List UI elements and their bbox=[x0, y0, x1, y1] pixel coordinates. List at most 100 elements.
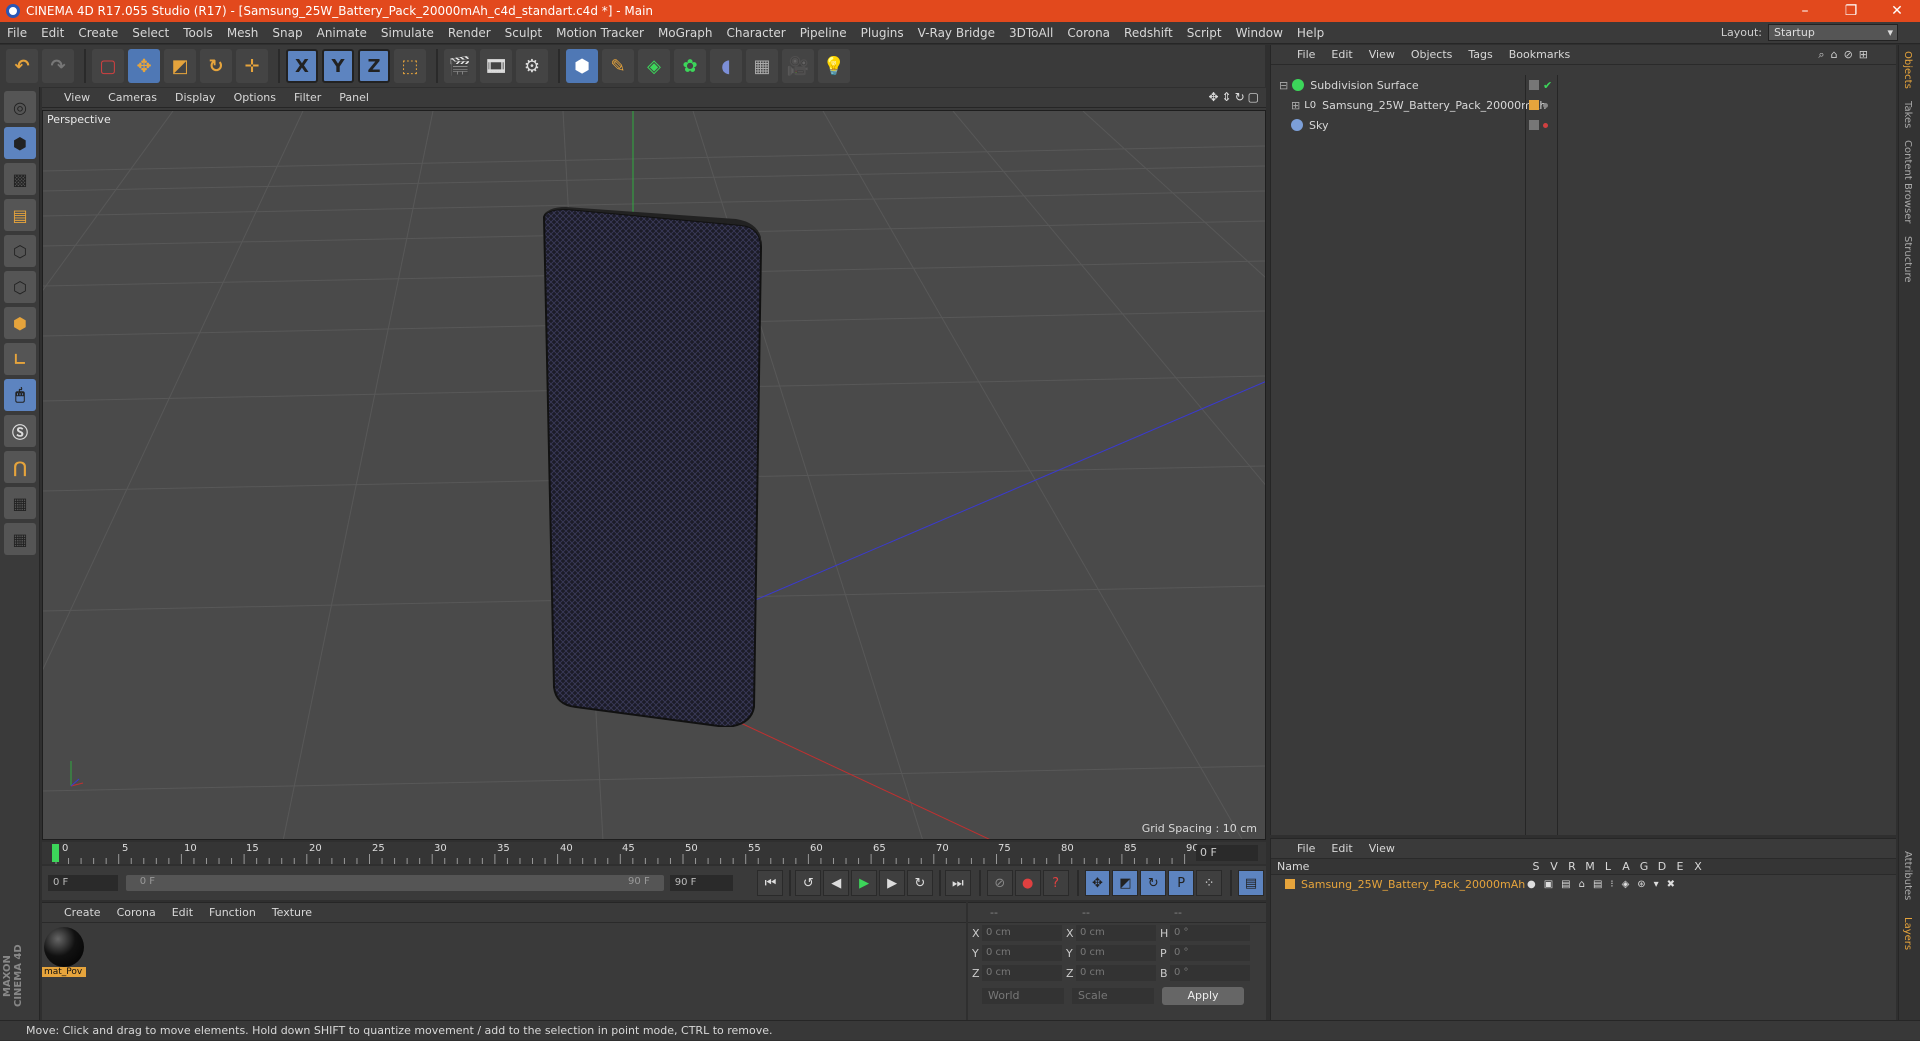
layer-flags-icons[interactable]: ●▣▤⌂▤⁝◈⊛▾✖ bbox=[1527, 879, 1683, 890]
deformer-icon[interactable]: ◖ bbox=[710, 49, 742, 83]
camera-icon[interactable]: 🎥 bbox=[782, 49, 814, 83]
menu-3dtoall[interactable]: 3DToAll bbox=[1002, 26, 1060, 40]
step-back-icon[interactable]: ◀ bbox=[823, 870, 850, 896]
frame-range-slider[interactable]: 0 F 90 F bbox=[125, 875, 664, 891]
key-rotation-icon[interactable]: ↻ bbox=[1140, 870, 1167, 896]
object-manager-tools[interactable]: ⌕⌂⊘⊞ bbox=[1818, 48, 1874, 62]
menu-tools[interactable]: Tools bbox=[176, 26, 220, 40]
timeline-ruler[interactable]: 0 5 10 15 20 25 30 35 40 45 50 55 60 65 … bbox=[42, 842, 1266, 864]
obj-menu-bookmarks[interactable]: Bookmarks bbox=[1509, 48, 1570, 61]
layer-menu-file[interactable]: File bbox=[1297, 842, 1315, 855]
tweak-mode-icon[interactable]: 🖱 bbox=[4, 379, 36, 411]
menu-corona[interactable]: Corona bbox=[1060, 26, 1117, 40]
locked-workplane-icon[interactable]: ▦ bbox=[4, 487, 36, 519]
spline-pen-icon[interactable]: ✎ bbox=[602, 49, 634, 83]
material-menu-corona[interactable]: Corona bbox=[117, 906, 156, 919]
visibility-toggle-icon[interactable] bbox=[1529, 120, 1539, 130]
render-picture-viewer-icon[interactable]: 🎞 bbox=[480, 49, 512, 83]
menu-help[interactable]: Help bbox=[1290, 26, 1331, 40]
menu-select[interactable]: Select bbox=[125, 26, 176, 40]
undo-icon[interactable]: ↶ bbox=[6, 49, 38, 83]
layout-dropdown[interactable]: Startup bbox=[1768, 24, 1898, 41]
key-position-icon[interactable]: ✥ bbox=[1084, 870, 1111, 896]
transform-tool-icon[interactable]: ✛ bbox=[236, 49, 268, 83]
scale-tool-icon[interactable]: ◩ bbox=[164, 49, 196, 83]
coordinate-mode-dropdown[interactable]: World bbox=[982, 988, 1064, 1004]
light-icon[interactable]: 💡 bbox=[818, 49, 850, 83]
object-row[interactable]: ⊞ L0 Samsung_25W_Battery_Pack_20000mAh bbox=[1271, 95, 1897, 115]
tab-structure[interactable]: Structure bbox=[1899, 230, 1916, 289]
key-scale-icon[interactable]: ◩ bbox=[1112, 870, 1139, 896]
key-parameter-icon[interactable]: P bbox=[1168, 870, 1195, 896]
menu-snap[interactable]: Snap bbox=[265, 26, 309, 40]
tab-objects[interactable]: Objects bbox=[1899, 45, 1916, 95]
collapse-icon[interactable]: ⊟ bbox=[1279, 79, 1288, 92]
move-tool-icon[interactable]: ✥ bbox=[128, 49, 160, 83]
subdivision-surface-icon[interactable]: ◈ bbox=[638, 49, 670, 83]
cube-primitive-icon[interactable]: ⬢ bbox=[566, 49, 598, 83]
material-menu-texture[interactable]: Texture bbox=[272, 906, 312, 919]
visibility-dot-icon[interactable] bbox=[1543, 102, 1548, 108]
planar-workplane-icon[interactable]: ▦ bbox=[4, 523, 36, 555]
timeline-window-icon[interactable]: ▤ bbox=[1238, 870, 1264, 896]
menu-mograph[interactable]: MoGraph bbox=[651, 26, 720, 40]
menu-redshift[interactable]: Redshift bbox=[1117, 26, 1180, 40]
rot-h-field[interactable]: 0 ° bbox=[1170, 925, 1250, 941]
end-frame-field[interactable]: 90 F bbox=[669, 875, 734, 891]
menu-window[interactable]: Window bbox=[1229, 26, 1290, 40]
menu-render[interactable]: Render bbox=[441, 26, 498, 40]
layer-row[interactable]: Samsung_25W_Battery_Pack_20000mAh ●▣▤⌂▤⁝… bbox=[1271, 875, 1896, 893]
viewport-menu-options[interactable]: Options bbox=[234, 91, 276, 104]
make-editable-icon[interactable]: ◎ bbox=[4, 91, 36, 123]
minimize-icon[interactable]: – bbox=[1782, 0, 1828, 22]
restore-icon[interactable]: ❐ bbox=[1828, 0, 1874, 22]
viewport-navigation-icons[interactable]: ✥⇕↻▢ bbox=[1208, 90, 1262, 104]
points-mode-icon[interactable]: ⬡ bbox=[4, 235, 36, 267]
layer-menu-edit[interactable]: Edit bbox=[1331, 842, 1352, 855]
menu-mesh[interactable]: Mesh bbox=[220, 26, 266, 40]
menu-file[interactable]: File bbox=[0, 26, 34, 40]
menu-sculpt[interactable]: Sculpt bbox=[498, 26, 549, 40]
go-to-previous-key-icon[interactable]: ↺ bbox=[795, 870, 822, 896]
polygons-mode-icon[interactable]: ⬢ bbox=[4, 307, 36, 339]
menu-animate[interactable]: Animate bbox=[310, 26, 374, 40]
axis-mode-icon[interactable]: ∟ bbox=[4, 343, 36, 375]
visibility-toggle-icon[interactable] bbox=[1529, 80, 1539, 90]
go-to-end-icon[interactable]: ⏭ bbox=[944, 870, 971, 896]
size-y-field[interactable]: 0 cm bbox=[1076, 945, 1156, 961]
transform-mode-dropdown[interactable]: Scale bbox=[1072, 988, 1154, 1004]
pos-x-field[interactable]: 0 cm bbox=[982, 925, 1062, 941]
menu-motion-tracker[interactable]: Motion Tracker bbox=[549, 26, 651, 40]
layer-menu-view[interactable]: View bbox=[1369, 842, 1395, 855]
tab-takes[interactable]: Takes bbox=[1899, 95, 1916, 134]
viewport-menu-display[interactable]: Display bbox=[175, 91, 216, 104]
x-axis-lock-icon[interactable]: X bbox=[286, 49, 318, 83]
edges-mode-icon[interactable]: ⬡ bbox=[4, 271, 36, 303]
menu-pipeline[interactable]: Pipeline bbox=[793, 26, 854, 40]
obj-menu-file[interactable]: File bbox=[1297, 48, 1315, 61]
y-axis-lock-icon[interactable]: Y bbox=[322, 49, 354, 83]
motion-record-icon[interactable]: ⊘ bbox=[986, 870, 1013, 896]
current-frame-field[interactable]: 0 F bbox=[1196, 845, 1258, 861]
menu-create[interactable]: Create bbox=[71, 26, 125, 40]
apply-button[interactable]: Apply bbox=[1162, 987, 1244, 1005]
expand-icon[interactable]: ⊞ bbox=[1291, 99, 1300, 112]
go-to-next-key-icon[interactable]: ↻ bbox=[907, 870, 933, 896]
material-menu-edit[interactable]: Edit bbox=[172, 906, 193, 919]
coordinate-system-icon[interactable]: ⬚ bbox=[394, 49, 426, 83]
redo-icon[interactable]: ↷ bbox=[42, 49, 74, 83]
live-selection-icon[interactable]: ▢ bbox=[92, 49, 124, 83]
workplane-icon[interactable]: ▤ bbox=[4, 199, 36, 231]
solo-mode-icon[interactable]: Ⓢ bbox=[4, 415, 36, 447]
tab-attributes[interactable]: Attributes bbox=[1899, 845, 1916, 906]
size-z-field[interactable]: 0 cm bbox=[1076, 965, 1156, 981]
menu-character[interactable]: Character bbox=[719, 26, 792, 40]
obj-menu-tags[interactable]: Tags bbox=[1468, 48, 1492, 61]
start-frame-field[interactable]: 0 F bbox=[48, 875, 118, 891]
obj-menu-objects[interactable]: Objects bbox=[1411, 48, 1453, 61]
pos-y-field[interactable]: 0 cm bbox=[982, 945, 1062, 961]
viewport-menu-cameras[interactable]: Cameras bbox=[108, 91, 157, 104]
layer-color-icon[interactable] bbox=[1529, 100, 1539, 110]
render-view-icon[interactable]: 🎬 bbox=[444, 49, 476, 83]
viewport-menu-panel[interactable]: Panel bbox=[339, 91, 369, 104]
